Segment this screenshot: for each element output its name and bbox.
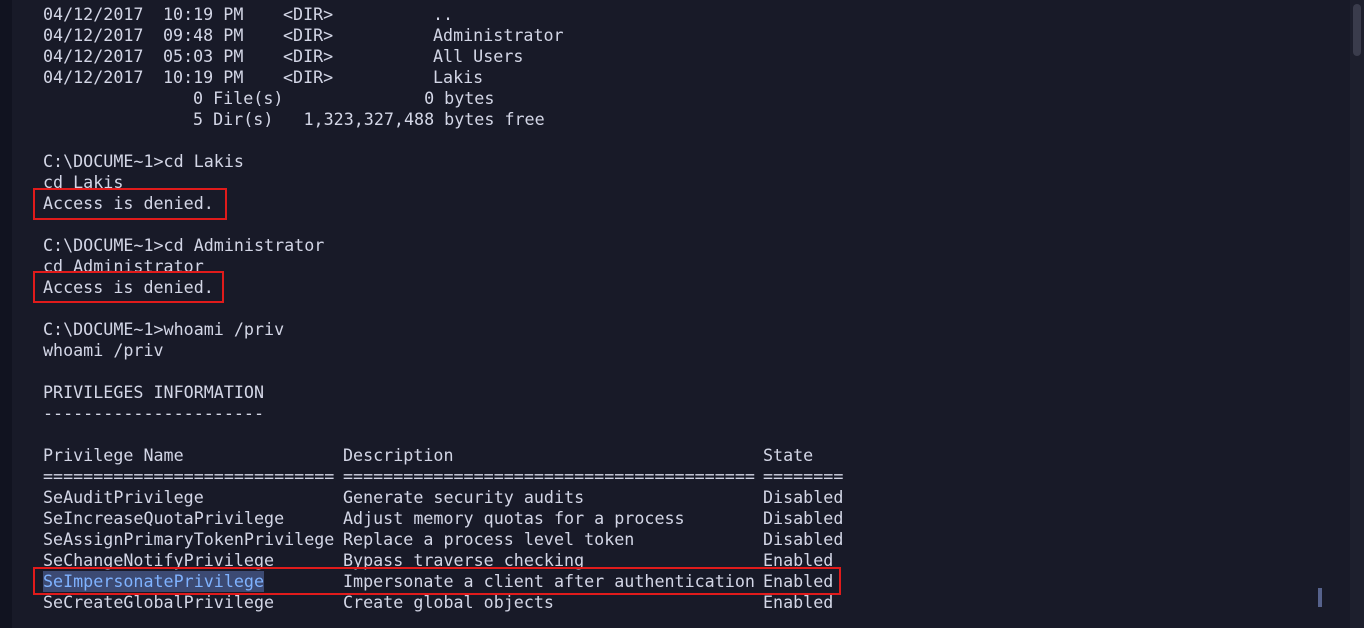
dir-entry-time: 10:19 PM: [163, 67, 244, 87]
privilege-description: Adjust memory quotas for a process: [343, 508, 685, 528]
separator-description: ========================================…: [343, 466, 755, 486]
privilege-description: Create global objects: [343, 592, 554, 612]
dir-entry-date: 04/12/2017: [43, 46, 144, 66]
privilege-state: Disabled: [763, 529, 844, 549]
privilege-state: Enabled: [763, 592, 834, 612]
files-summary-text: 0 File(s) 0 bytes: [193, 88, 495, 108]
dir-entry: 04/12/2017 10:19 PM <DIR> Lakis: [43, 67, 1343, 88]
header-description: Description: [343, 445, 454, 465]
dir-entry-type: <DIR>: [283, 25, 334, 45]
dirs-summary: 5 Dir(s) 1,323,327,488 bytes free: [43, 109, 1343, 130]
access-denied-message: Access is denied.: [43, 277, 214, 297]
dir-entry-name: ..: [433, 4, 454, 24]
privilege-state: Disabled: [763, 487, 844, 507]
privilege-name: SeIncreaseQuotaPrivilege: [43, 508, 285, 528]
command-prompt-line: C:\DOCUME~1>cd Lakis: [43, 151, 244, 171]
separator-state: ========: [763, 466, 844, 486]
dir-entry-date: 04/12/2017: [43, 4, 144, 24]
privilege-row: SeCreateGlobalPrivilege Create global ob…: [43, 592, 1343, 613]
separator-name: =============================: [43, 466, 335, 486]
access-denied-message: Access is denied.: [43, 193, 214, 213]
annotation-box-seimpersonate-privilege: [33, 567, 841, 595]
terminal-output[interactable]: 04/12/2017 10:19 PM <DIR> .. 04/12/2017 …: [43, 4, 1343, 613]
command-echo-line: cd Administrator: [43, 256, 204, 276]
scrollbar-thumb[interactable]: [1353, 4, 1361, 56]
files-summary: 0 File(s) 0 bytes: [43, 88, 1343, 109]
dirs-summary-text: 5 Dir(s) 1,323,327,488 bytes free: [193, 109, 545, 129]
privileges-section-title: PRIVILEGES INFORMATION: [43, 382, 265, 402]
privilege-description: Replace a process level token: [343, 529, 635, 549]
privilege-name: SeAssignPrimaryTokenPrivilege: [43, 529, 335, 549]
privilege-name: SeCreateGlobalPrivilege: [43, 592, 275, 612]
privilege-row: SeIncreaseQuotaPrivilege Adjust memory q…: [43, 508, 1343, 529]
privilege-row: SeAssignPrimaryTokenPrivilege Replace a …: [43, 529, 1343, 550]
dir-entry-type: <DIR>: [283, 4, 334, 24]
scrollbar-track[interactable]: [1350, 0, 1364, 628]
dir-entry-date: 04/12/2017: [43, 67, 144, 87]
dir-entry-type: <DIR>: [283, 46, 334, 66]
dir-entry-name: All Users: [433, 46, 524, 66]
dir-entry: 04/12/2017 10:19 PM <DIR> ..: [43, 4, 1343, 25]
privileges-section-underline: ----------------------: [43, 403, 265, 423]
dir-entry-name: Administrator: [433, 25, 564, 45]
dir-entry-date: 04/12/2017: [43, 25, 144, 45]
privilege-description: Generate security audits: [343, 487, 585, 507]
command-echo-line: cd Lakis: [43, 172, 124, 192]
annotation-box-access-denied-administrator: [33, 271, 224, 303]
header-privilege-name: Privilege Name: [43, 445, 184, 465]
terminal-left-margin: [0, 0, 12, 628]
dir-entry: 04/12/2017 09:48 PM <DIR> Administrator: [43, 25, 1343, 46]
dir-entry-type: <DIR>: [283, 67, 334, 87]
privilege-state: Disabled: [763, 508, 844, 528]
privileges-table-header: Privilege Name Description State: [43, 445, 1343, 466]
dir-entry-time: 05:03 PM: [163, 46, 244, 66]
annotation-box-access-denied-lakis: [33, 188, 227, 220]
privilege-row: SeAuditPrivilege Generate security audit…: [43, 487, 1343, 508]
privilege-name: SeAuditPrivilege: [43, 487, 204, 507]
command-prompt-line: C:\DOCUME~1>whoami /priv: [43, 319, 285, 339]
privileges-table-separator: ============================= ==========…: [43, 466, 1343, 487]
command-prompt-line: C:\DOCUME~1>cd Administrator: [43, 235, 325, 255]
command-echo-line: whoami /priv: [43, 340, 164, 360]
dir-entry-name: Lakis: [433, 67, 484, 87]
dir-entry-time: 09:48 PM: [163, 25, 244, 45]
cursor-caret: [1318, 588, 1322, 607]
dir-entry: 04/12/2017 05:03 PM <DIR> All Users: [43, 46, 1343, 67]
dir-entry-time: 10:19 PM: [163, 4, 244, 24]
header-state: State: [763, 445, 814, 465]
